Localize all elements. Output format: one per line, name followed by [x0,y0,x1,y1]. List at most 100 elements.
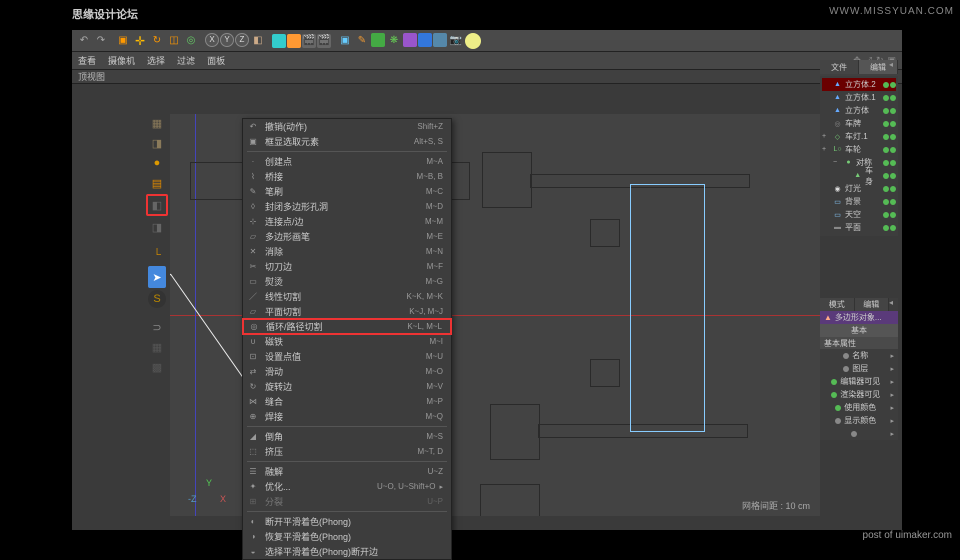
x-lock-button[interactable]: X [205,33,219,47]
axis-button[interactable]: └ [148,246,166,264]
attr-stepper[interactable]: ▸ [890,404,894,412]
attr-row-名称[interactable]: 名称 ▸ [820,349,898,362]
tree-row-灯光[interactable]: ◉ 灯光 [822,182,896,195]
menu-camera[interactable]: 摄像机 [108,54,135,67]
attr-stepper[interactable]: ▸ [890,365,894,373]
y-lock-button[interactable]: Y [220,33,234,47]
expand-icon[interactable]: + [822,133,830,140]
tree-row-立方体.1[interactable]: ▲ 立方体.1 [822,91,896,104]
render-dot[interactable] [890,134,896,140]
render-dot[interactable] [890,212,896,218]
checker-button[interactable]: ▩ [148,358,166,376]
render-dot[interactable] [890,121,896,127]
ctx-item-平面切割[interactable]: ▱ 平面切割 K~J, M~J [243,304,451,319]
render-dot[interactable] [890,160,896,166]
attr-row-图层[interactable]: 图层 ▸ [820,362,898,375]
generator-button[interactable] [371,33,385,47]
bulb-icon[interactable] [465,33,481,49]
attr-collapse-button[interactable]: ◂ [889,298,898,307]
render-dot[interactable] [890,147,896,153]
attr-row-编辑器可见[interactable]: 编辑器可见 ▸ [820,375,898,388]
cursor-button[interactable]: ➤ [148,266,166,288]
attr-basic-button[interactable]: 基本 [820,324,898,337]
ctx-item-线性切割[interactable]: ／ 线性切割 K~K, M~K [243,289,451,304]
attr-row-使用颜色[interactable]: 使用颜色 ▸ [820,401,898,414]
attr-row-显示颜色[interactable]: 显示颜色 ▸ [820,414,898,427]
visibility-dot[interactable] [883,212,889,218]
visibility-dot[interactable] [883,121,889,127]
visibility-dot[interactable] [883,186,889,192]
ctx-item-消除[interactable]: ✕ 消除 M~N [243,244,451,259]
visibility-dot[interactable] [883,199,889,205]
render-settings-button[interactable]: 🎬 [302,34,316,48]
expand-icon[interactable]: + [822,146,830,153]
ctx-item-封闭多边形孔洞[interactable]: ◊ 封闭多边形孔洞 M~D [243,199,451,214]
workplane-button[interactable]: ▤ [148,174,166,192]
object-manager[interactable]: ▲ 立方体.2 ▲ 立方体.1 ▲ 立方体 ◎ 车牌 + ◇ 车灯.1 [820,76,898,236]
ctx-item-桥接[interactable]: ⌇ 桥接 M~B, B [243,169,451,184]
ctx-item-融解[interactable]: ☰ 融解 U~Z [243,464,451,479]
visibility-dot[interactable] [883,173,889,179]
render-dot[interactable] [890,173,896,179]
menu-select[interactable]: 选择 [147,54,165,67]
ctx-item-连接点/边[interactable]: ⊹ 连接点/边 M~M [243,214,451,229]
attr-row-[interactable]: ▸ [820,427,898,440]
point-mode-button[interactable]: ◧ [146,194,168,216]
redo-button[interactable]: ↷ [93,33,109,49]
deformer-button[interactable]: ❋ [386,33,402,49]
undo-button[interactable]: ↶ [76,33,92,49]
visibility-dot[interactable] [883,160,889,166]
ctx-item-框显选取元素[interactable]: ▣ 框显选取元素 Alt+S, S [243,134,451,149]
render-region-button[interactable] [287,34,301,48]
tree-row-背景[interactable]: ▭ 背景 [822,195,896,208]
ctx-item-多边形画笔[interactable]: ▱ 多边形画笔 M~E [243,229,451,244]
render-dot[interactable] [890,108,896,114]
ctx-item-滑动[interactable]: ⇄ 滑动 M~O [243,364,451,379]
ctx-item-倒角[interactable]: ◢ 倒角 M~S [243,429,451,444]
rotate-button[interactable]: ↻ [149,33,165,49]
expand-icon[interactable]: − [833,159,841,166]
attr-stepper[interactable]: ▸ [890,352,894,360]
panel-collapse-button[interactable]: ◂ [889,60,898,69]
render-dot[interactable] [890,82,896,88]
attr-row-渲染器可见[interactable]: 渲染器可见 ▸ [820,388,898,401]
texture-mode-button[interactable]: ● [148,154,166,172]
visibility-dot[interactable] [883,82,889,88]
menu-view[interactable]: 查看 [78,54,96,67]
ctx-item-分裂[interactable]: ⊞ 分裂 U~P [243,494,451,509]
ctx-item-断开平滑着色(Phong)[interactable]: ◐ 断开平滑着色(Phong) [243,514,451,529]
scene-button[interactable]: 📷 [448,33,464,49]
tree-row-天空[interactable]: ▭ 天空 [822,208,896,221]
attr-stepper[interactable]: ▸ [890,417,894,425]
attr-stepper[interactable]: ▸ [890,430,894,438]
tree-row-车灯.1[interactable]: + ◇ 车灯.1 [822,130,896,143]
object-mode-button[interactable]: ◨ [148,134,166,152]
attr-stepper[interactable]: ▸ [890,378,894,386]
ctx-item-撤销(动作)[interactable]: ↶ 撤销(动作) Shift+Z [243,119,451,134]
visibility-dot[interactable] [883,147,889,153]
visibility-dot[interactable] [883,134,889,140]
snap-button[interactable]: S [148,290,166,308]
visibility-dot[interactable] [883,225,889,231]
ctx-item-设置点值[interactable]: ⊡ 设置点值 M~U [243,349,451,364]
tree-row-车轮[interactable]: + L○ 车轮 [822,143,896,156]
tab-file[interactable]: 文件 [820,60,859,74]
picture-viewer-button[interactable]: 🎬 [317,34,331,48]
render-dot[interactable] [890,186,896,192]
primitive-button[interactable]: ▣ [337,33,353,49]
tree-row-车身[interactable]: ▲ 车身 [822,169,896,182]
ctx-item-创建点[interactable]: · 创建点 M~A [243,154,451,169]
model-mode-button[interactable]: ▦ [148,114,166,132]
ctx-item-旋转边[interactable]: ↻ 旋转边 M~V [243,379,451,394]
attr-tab-edit[interactable]: 编辑 [855,298,890,311]
tree-row-对称[interactable]: − ● 对称 [822,156,896,169]
visibility-dot[interactable] [883,108,889,114]
attr-tab-mode[interactable]: 模式 [820,298,855,311]
visibility-dot[interactable] [883,95,889,101]
recent-button[interactable]: ◎ [183,33,199,49]
render-dot[interactable] [890,199,896,205]
z-lock-button[interactable]: Z [235,33,249,47]
ctx-item-切刀边[interactable]: ✂ 切刀边 M~F [243,259,451,274]
ctx-item-笔刷[interactable]: ✎ 笔刷 M~C [243,184,451,199]
locked-button[interactable]: ▦ [148,338,166,356]
